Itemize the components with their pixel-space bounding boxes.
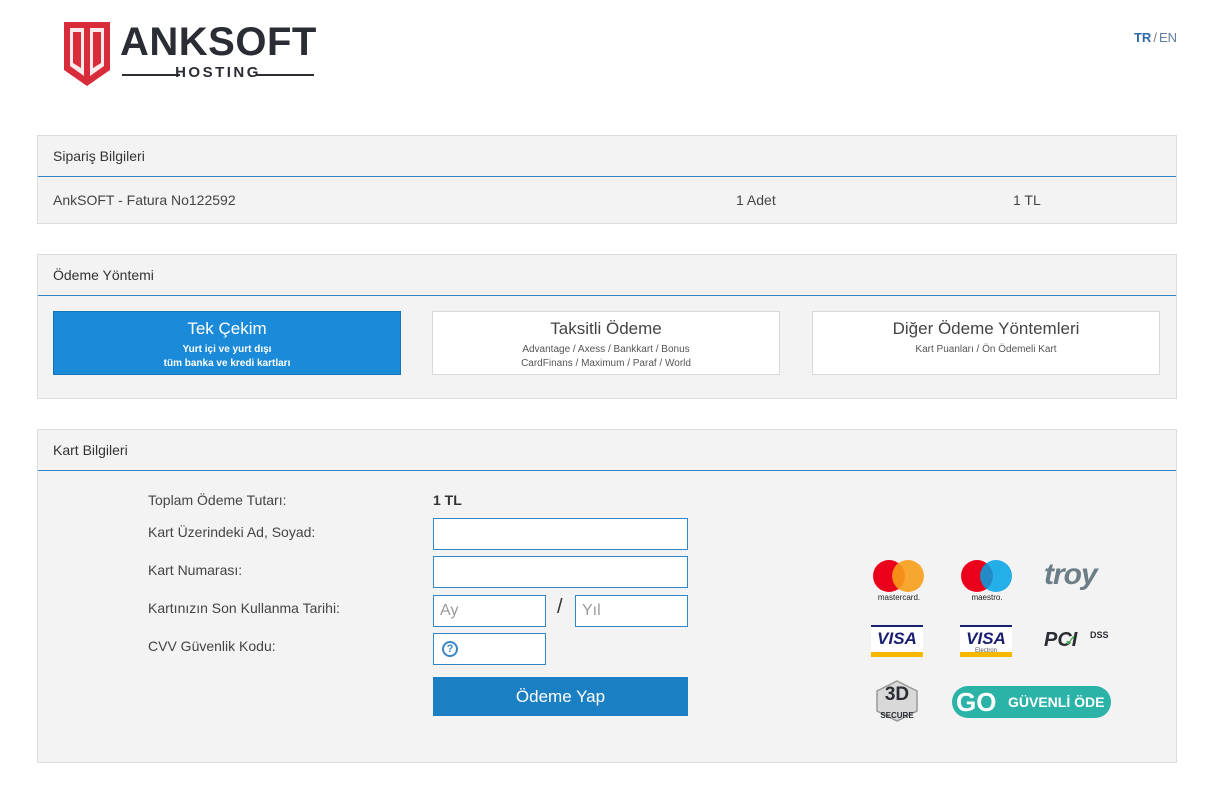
brand-logo[interactable]: ANKSOFT HOSTING [62,20,322,88]
dss-label: DSS [1090,630,1109,640]
troy-icon: troy [1044,558,1098,591]
method-desc-line1: Advantage / Axess / Bankkart / Bonus [522,344,690,355]
go-guvenli-ode-icon: GO GÜVENLİ ÖDE [952,686,1111,718]
card-info-panel: Kart Bilgileri Toplam Ödeme Tutarı: 1 TL… [37,429,1177,763]
card-number-label: Kart Numarası: [148,562,243,578]
card-info-title: Kart Bilgileri [38,430,1176,471]
3d-secure-icon: 3D SECURE [874,680,920,726]
mastercard-label: mastercard. [877,593,921,602]
method-desc-line2: tüm banka ve kredi kartları [163,358,291,369]
lang-separator: / [1153,30,1157,45]
order-price: 1 TL [1013,192,1041,208]
method-installment[interactable]: Taksitli Ödeme Advantage / Axess / Bankk… [432,311,780,375]
cvv-label: CVV Güvenlik Kodu: [148,638,276,654]
expiry-year-input[interactable] [575,595,688,627]
method-desc-line1: Yurt içi ve yurt dışı [182,344,272,355]
lang-en-link[interactable]: EN [1159,30,1177,45]
guvenli-ode-label: GÜVENLİ ÖDE [1008,694,1105,710]
total-value: 1 TL [433,492,462,508]
3d-label: 3D [884,684,910,705]
method-title: Taksitli Ödeme [550,319,662,338]
total-label: Toplam Ödeme Tutarı: [148,492,287,508]
expiry-month-input[interactable] [433,595,546,627]
method-desc-line2: CardFinans / Maximum / Paraf / World [521,358,691,369]
go-label: GO [956,687,997,717]
payment-method-panel: Ödeme Yöntemi Tek Çekim Yurt içi ve yurt… [37,254,1177,399]
maestro-icon: maestro. [959,560,1015,604]
logo-subtitle: HOSTING [122,64,314,81]
method-title: Diğer Ödeme Yöntemleri [892,319,1080,338]
visa-electron-icon: VISA Electron [960,625,1012,657]
pci-dss-icon: PCI ✓ DSS [1044,627,1110,657]
order-row: AnkSOFT - Fatura No122592 1 Adet 1 TL [38,177,1176,223]
visa-electron-sublabel: Electron [974,648,997,654]
method-other[interactable]: Diğer Ödeme Yöntemleri Kart Puanları / Ö… [812,311,1160,375]
expiry-label: Kartınızın Son Kullanma Tarihi: [148,600,340,616]
method-single-payment[interactable]: Tek Çekim Yurt içi ve yurt dışı tüm bank… [53,311,401,375]
logo-shield-icon [64,22,110,86]
language-switcher: TR / EN [1134,30,1177,45]
order-info-title: Sipariş Bilgileri [38,136,1176,177]
visa-icon: VISA [871,625,923,657]
card-number-input[interactable] [433,556,688,588]
mastercard-icon: mastercard. [871,560,927,604]
logo-title: ANKSOFT [120,20,317,64]
order-item-name: AnkSOFT - Fatura No122592 [53,192,236,208]
help-icon[interactable]: ? [442,641,458,657]
cardholder-name-label: Kart Üzerindeki Ad, Soyad: [148,524,316,540]
method-title: Tek Çekim [187,319,267,338]
cardholder-name-input[interactable] [433,518,688,550]
check-icon: ✓ [1064,633,1078,650]
expiry-separator: / [557,596,563,618]
visa-electron-label: VISA [966,629,1006,648]
maestro-label: maestro. [971,593,1003,602]
pay-button[interactable]: Ödeme Yap [433,677,688,716]
secure-label: SECURE [880,711,914,720]
order-info-panel: Sipariş Bilgileri AnkSOFT - Fatura No122… [37,135,1177,224]
lang-tr-link[interactable]: TR [1134,30,1151,45]
visa-label: VISA [877,629,917,648]
method-desc-line1: Kart Puanları / Ön Ödemeli Kart [915,344,1057,355]
payment-method-title: Ödeme Yöntemi [38,255,1176,296]
order-quantity: 1 Adet [736,192,776,208]
cvv-input[interactable]: ? [433,633,546,665]
